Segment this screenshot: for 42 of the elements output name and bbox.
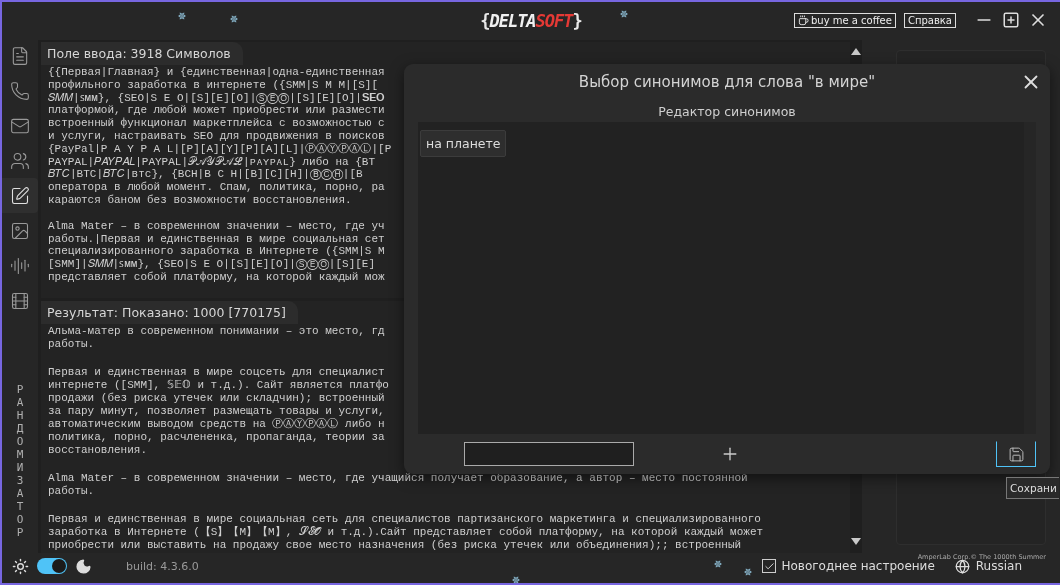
logo: {DELTASOFT} [480,10,582,31]
text-paragraph: Альма-матер в современном понимании – это место, гд работы. [48,324,385,351]
text-paragraph: Первая и единственная в мире социальная сеть для специалистов партизанского маркетинга и специализированного заработка в Интернете (【S】【M】【M】, 𝓢𝓔𝓞 и т.д.).Сайт представляет собой платформу, на которой каждый может приобрести или выставить на продажу свое место назначения (без риска утечек или объединения);; встроенный [48,512,764,552]
snowflake-icon [620,10,628,18]
snowflake-icon [714,560,722,568]
theme-toggle[interactable] [37,558,67,574]
checkbox[interactable] [762,559,777,573]
text-paragraph: Первая и единственная в мире соцсеть для специалист интернете ([SMM], 𝕊𝔼𝕆 и т.д.). Сайт является платфо продажи (без риска утечек или складчин); встроенный за пару минут, позволяет размещать товары и услуги, автоматическим выводом средств на ⓅⒶⓎⓅⒶⓁ либо н политика, порно, расчлененка, пропаганда, теории за восстановления. [48,365,389,457]
audio-wave-icon [10,255,30,276]
synonym-chip[interactable]: на планете [420,130,507,157]
snowflake-icon [178,12,186,20]
vertical-label: РАНДОМИЗАТОР [15,383,25,539]
text-paragraph: Alma Mater – в современном значении – место, где учащийся получает образование, а автор – место постоянной работы. [48,471,748,498]
snowflake-icon [230,15,238,23]
dialog-subtitle: Редактор синонимов [657,103,797,119]
snowflake-icon [512,576,520,583]
language-selector[interactable]: Russian [975,559,1022,573]
panel-title: Поле ввода: 3918 Символов [41,42,243,65]
new-window-icon[interactable] [1002,11,1020,29]
coffee-cup-icon [797,14,809,26]
save-button[interactable] [996,441,1036,467]
save-icon [1007,445,1025,463]
phone-icon [10,80,30,101]
dialog-title: Выбор синонимов для слова "в мире" [578,73,876,91]
text-paragraph: Alma Mater – в современном значении – место, где уч работы.|Первая и единственная в мире социальная сет специализированного заработка в Интернете ({SMM|S M [SMM]|𝑆𝑀𝑀|ꜱᴍᴍ}, {SEO|S E O|[S][E][O]|ⓈⒺⓄ|[S][E] представляет собой платформу, на которой каждый мож [48,218,385,284]
build-version: build: 4.3.6.0 [126,559,199,573]
coffee-button[interactable]: buy me a coffee [793,12,896,28]
moon-icon [75,557,92,575]
text-paragraph: {{Первая|Главная} и {единственная|одна-единственная профильного заработка в интернете ({SMM|S M M|[S][ 𝑆𝑀𝑀|ꜱᴍᴍ}, {SEO|S E O|[S][E][O]|ⓈⒺⓄ|[S][E][O]|𝐒𝐄𝐎 платформой, где любой может приобрести или размести встроенный функционал маркетплейса с возможностью с и услуги, настраивать SEO для продвижения в поисков {PayPal|P A Y P A L|[P][A][Y][P][A][L]|ⓅⒶⓎⓅⒶⓁ|[P PAYPAL|𝑃𝐴𝑌𝑃𝐴𝐿|PAYPAL|𝒫𝒜𝒴𝒫𝒜ℒ|ᴘᴀʏᴘᴀʟ} либо на {BT 𝐵𝑇𝐶|BTC|𝐵𝑇𝐶|ʙᴛᴄ}, {BCH|B C H|[B][C][H]|ⒷⒸⒽ|[B оператора в любой момент. Спам, политика, порно, ра караются баном без возможности восстановления. [48,65,392,207]
film-icon [10,290,30,311]
image-icon [10,220,30,241]
panel-title: Результат: Показано: 1000 [770175] [41,301,298,324]
users-icon [10,150,30,171]
document-icon [10,45,30,66]
check-icon [764,560,775,572]
snowflake-icon [744,568,752,576]
edit-icon [10,185,30,206]
sun-icon [12,557,29,575]
help-button[interactable]: Справка [903,12,956,28]
tooltip: Сохрани [1006,477,1059,499]
input-field[interactable] [464,442,634,466]
sidebar-item[interactable] [2,178,38,213]
